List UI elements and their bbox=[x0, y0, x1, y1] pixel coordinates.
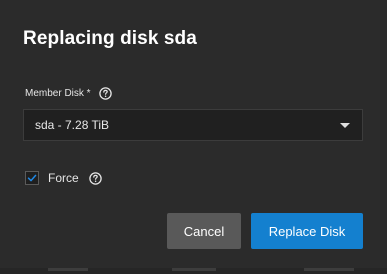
member-disk-label: Member Disk * bbox=[25, 88, 91, 99]
help-circle-icon[interactable] bbox=[88, 171, 102, 185]
dialog-title: Replacing disk sda bbox=[23, 28, 197, 49]
background-ghost-text bbox=[48, 268, 88, 271]
force-row: Force bbox=[25, 171, 102, 185]
caret-down-icon bbox=[340, 123, 350, 128]
member-disk-label-row: Member Disk * bbox=[25, 87, 112, 100]
background-ghost-text bbox=[304, 268, 354, 271]
background-ghost-text bbox=[172, 268, 216, 271]
force-label: Force bbox=[48, 171, 79, 185]
help-circle-icon[interactable] bbox=[98, 87, 112, 100]
member-disk-select[interactable]: sda - 7.28 TiB bbox=[23, 109, 363, 141]
replace-disk-button[interactable]: Replace Disk bbox=[251, 213, 363, 249]
checkmark-icon bbox=[27, 174, 37, 182]
cancel-button[interactable]: Cancel bbox=[167, 213, 241, 249]
replace-disk-dialog: Replacing disk sda Member Disk * sda - 7… bbox=[0, 0, 387, 274]
force-checkbox[interactable] bbox=[25, 171, 39, 185]
member-disk-select-value: sda - 7.28 TiB bbox=[35, 118, 110, 132]
